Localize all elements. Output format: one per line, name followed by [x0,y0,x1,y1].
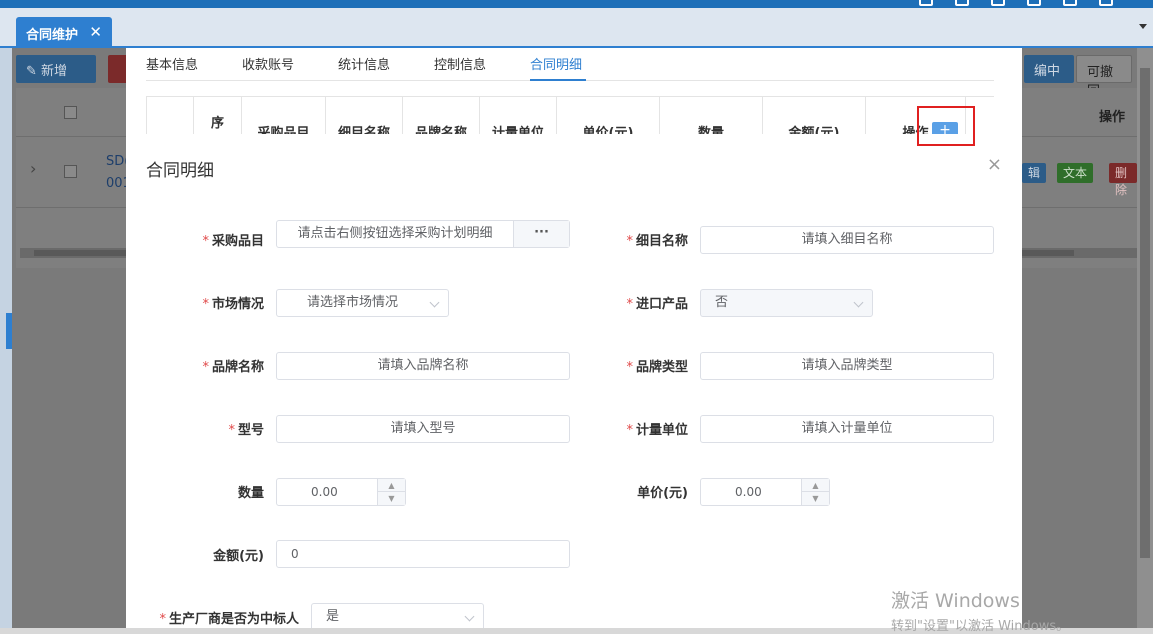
quantity-label: 数量 [237,486,264,501]
tab-statistics[interactable]: 统计信息 [338,54,390,73]
col-purchase-item: 采购品目 [241,96,325,136]
unit-price-label: 单价(元) [637,486,688,501]
contract-detail-dialog: 合同明细 × * 采购品目 请点击右侧按钮选择采购计划明细 ··· * 细目名称 请… [126,134,1022,634]
purchase-item-picker-button[interactable]: ··· [513,221,569,247]
chevron-up-icon[interactable]: ▲ [378,479,405,492]
edit-tag[interactable]: 辑 [1022,163,1047,183]
model-label: * 型号 [228,423,264,438]
contract-detail-panel: 基本信息 收款账号 统计信息 控制信息 合同明细 序 采购品目 细目名称 品牌名… [126,48,1022,138]
col-unit-price: 单价(元) [556,96,659,136]
close-icon[interactable]: ✕ [89,23,102,41]
left-sidebar-edge: 00 [0,8,14,634]
purchase-item-input[interactable]: 请点击右侧按钮选择采购计划明细 ··· [276,220,570,248]
chevron-down-icon [853,297,864,308]
expand-icon[interactable]: › [30,159,36,178]
chevron-up-icon[interactable]: ▲ [802,479,829,492]
vertical-scrollbar[interactable] [1137,48,1153,634]
tab-control-info[interactable]: 控制信息 [434,54,486,73]
col-brand-name: 品牌名称 [402,96,479,136]
chevron-down-icon[interactable] [1139,24,1147,29]
winner-select[interactable]: 是 [311,603,484,631]
market-select[interactable]: 请选择市场情况 [276,289,449,317]
item-name-input[interactable]: 请填入细目名称 [700,226,994,254]
tab-payment-account[interactable]: 收款账号 [242,54,294,73]
chevron-down-icon[interactable]: ▼ [802,492,829,505]
brand-name-label: * 品牌名称 [202,360,264,375]
unit-input[interactable]: 请填入计量单位 [700,415,994,443]
brand-type-label: * 品牌类型 [626,360,688,375]
tab-contract-maintenance[interactable]: 合同维护 ✕ [16,17,112,48]
brand-name-input[interactable]: 请填入品牌名称 [276,352,570,380]
toolbar-icon-4[interactable] [1027,0,1041,6]
unit-price-stepper[interactable]: 0.00 ▲ ▼ [700,478,830,506]
toolbar-icon-2[interactable] [955,0,969,6]
delete-tag[interactable]: 删除 [1109,163,1137,197]
unit-label: * 计量单位 [626,423,688,438]
imported-select[interactable]: 否 [700,289,873,317]
top-blue-bar [0,0,1153,8]
tab-label: 合同维护 [26,28,79,43]
editing-button[interactable]: 编中 [1024,55,1074,83]
windows-activation-watermark: 激活 Windows 转到"设置"以激活 Windows。 [891,590,1070,634]
text-tag[interactable]: 文本 [1057,163,1094,183]
chevron-down-icon [429,297,440,308]
col-item-name: 细目名称 [325,96,402,136]
top-icons [919,0,1113,6]
model-input[interactable]: 请填入型号 [276,415,570,443]
brand-type-input[interactable]: 请填入品牌类型 [700,352,994,380]
tab-strip: 合同维护 ✕ [0,8,1153,48]
new-button[interactable]: ✎ 新增 [16,55,96,83]
highlight-box [917,106,975,146]
toolbar-icon-6[interactable] [1099,0,1113,6]
toolbar-icon-5[interactable] [1063,0,1077,6]
item-name-label: * 细目名称 [626,234,688,249]
col-quantity: 数量 [659,96,762,136]
toolbar-icon-3[interactable] [991,0,1005,6]
red-button[interactable] [108,55,128,83]
active-tab-indicator [530,79,586,81]
amount-input[interactable]: 0 [276,540,570,568]
col-index: 序 [193,96,241,136]
select-all-checkbox[interactable] [64,106,77,119]
amount-label: 金额(元) [213,549,264,564]
dialog-title: 合同明细 [146,161,214,181]
tab-basic-info[interactable]: 基本信息 [146,54,198,73]
undo-button[interactable]: 可撤回 [1076,55,1132,99]
chevron-down-icon [464,611,475,622]
chevron-down-icon[interactable]: ▼ [378,492,405,505]
purchase-item-label: * 采购品目 [202,234,264,249]
market-label: * 市场情况 [202,297,264,312]
row-checkbox[interactable] [64,165,77,178]
toolbar-icon-1[interactable] [919,0,933,6]
col-unit: 计量单位 [479,96,556,136]
tab-contract-detail[interactable]: 合同明细 [530,54,582,73]
winner-label: * 生产厂商是否为中标人 [159,612,299,627]
quantity-stepper[interactable]: 0.00 ▲ ▼ [276,478,406,506]
close-icon[interactable]: × [987,154,1002,175]
operation-header: 操作 [1098,110,1125,125]
col-amount: 金额(元) [762,96,865,136]
imported-label: * 进口产品 [626,297,688,312]
